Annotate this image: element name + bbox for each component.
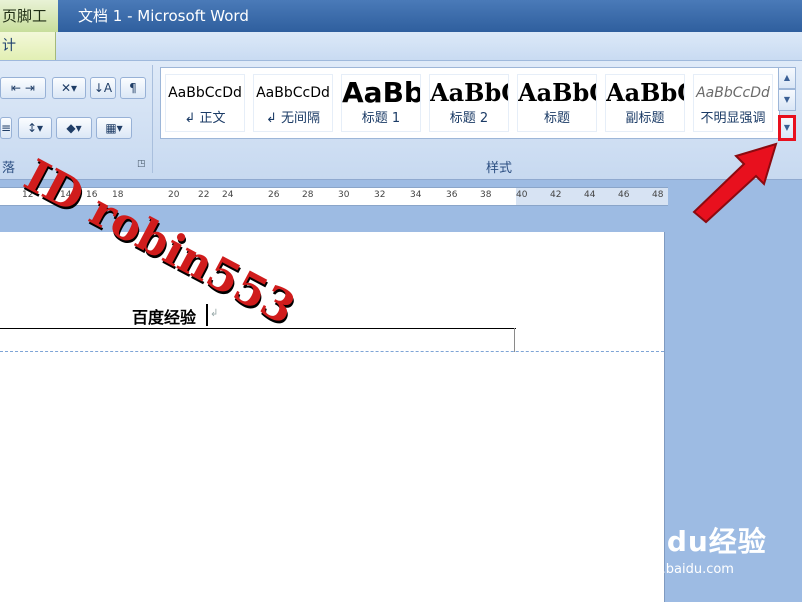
style-label: 标题	[543, 111, 570, 126]
ruler-tick: 44	[584, 190, 596, 200]
document-page[interactable]: 百度经验 ↲	[0, 232, 665, 602]
show-marks-button[interactable]: ¶	[120, 77, 146, 99]
baidu-logo-text: Baidu经验	[614, 525, 767, 558]
footer-tools-context-tab[interactable]: 页脚工具	[0, 0, 58, 57]
style-normal[interactable]: AaBbCcDd ↲ 正文	[165, 74, 245, 132]
ruler-tick: 42	[550, 190, 562, 200]
scroll-up-button[interactable]: ▲	[778, 67, 796, 89]
style-label: ↲ 正文	[184, 111, 226, 126]
ruler-tick: 30	[338, 190, 350, 200]
style-label: 不明显强调	[700, 111, 766, 126]
indent-button[interactable]: ⇤ ⇥	[0, 77, 46, 99]
style-heading-1[interactable]: AaBb 标题 1	[341, 74, 421, 132]
baidu-logo: Baidu经验 jingyan.baidu.com	[614, 520, 767, 577]
title-bar: 页脚工具 文档 1 - Microsoft Word	[0, 0, 802, 57]
style-preview: AaBbC	[430, 78, 508, 107]
style-preview: AaBbCcDd	[168, 85, 242, 101]
ruler-tick: 26	[268, 190, 280, 200]
line-spacing-button[interactable]: ↕▾	[18, 117, 52, 139]
ruler-tick: 34	[410, 190, 422, 200]
baidu-logo-url: jingyan.baidu.com	[614, 562, 734, 577]
red-arrow-icon	[692, 142, 778, 224]
paragraph-mark: ↲	[210, 308, 219, 319]
ruler-tick: 48	[652, 190, 664, 200]
style-title[interactable]: AaBbC 标题	[517, 74, 597, 132]
style-preview: AaBbC	[606, 78, 684, 107]
border-button[interactable]: ▦▾	[96, 117, 132, 139]
ruler-tick: 46	[618, 190, 630, 200]
ruler-tick: 32	[374, 190, 386, 200]
ruler-tick: 36	[446, 190, 458, 200]
paragraph-group-label: 落	[2, 161, 16, 176]
style-preview: AaBbC	[518, 78, 596, 107]
style-label: 标题 1	[361, 111, 401, 126]
justify-button[interactable]: ≡	[0, 117, 12, 139]
header-underline	[0, 328, 516, 329]
text-cursor	[206, 304, 208, 326]
chinese-layout-button[interactable]: ✕▾	[52, 77, 86, 99]
ruler-tick: 40	[516, 190, 528, 200]
tab-design[interactable]: 计	[0, 32, 56, 60]
ruler-tick: 28	[302, 190, 314, 200]
style-subtitle[interactable]: AaBbC 副标题	[605, 74, 685, 132]
ribbon-tab-row: 计	[0, 32, 802, 61]
style-no-spacing[interactable]: AaBbCcDd ↲ 无间隔	[253, 74, 333, 132]
style-label: ↲ 无间隔	[265, 111, 321, 126]
ribbon: ⇤ ⇥ ✕▾ ↓A ¶ ≡ ↕▾ ◆▾ ▦▾ 落 ◳ AaBbCcDd ↲ 正文…	[0, 61, 802, 180]
ruler-tick: 22	[198, 190, 210, 200]
dialog-launcher-icon[interactable]: ◳	[137, 159, 146, 169]
window-title: 文档 1 - Microsoft Word	[78, 7, 249, 25]
header-edge-marker	[514, 328, 515, 352]
sort-button[interactable]: ↓A	[90, 77, 116, 99]
style-preview: AaBbCcDd	[256, 85, 330, 101]
scroll-down-button[interactable]: ▼	[778, 89, 796, 111]
header-text[interactable]: 百度经验	[132, 304, 196, 328]
header-boundary	[0, 351, 664, 352]
styles-gallery: AaBbCcDd ↲ 正文 AaBbCcDd ↲ 无间隔 AaBb 标题 1 A…	[160, 67, 780, 139]
style-subtle-emphasis[interactable]: AaBbCcDd 不明显强调	[693, 74, 773, 132]
style-label: 副标题	[625, 111, 665, 126]
group-divider	[152, 65, 153, 173]
style-label: 标题 2	[449, 111, 489, 126]
ruler-tick: 20	[168, 190, 180, 200]
shading-button[interactable]: ◆▾	[56, 117, 92, 139]
style-preview: AaBb	[342, 76, 420, 109]
styles-group-label: 样式	[486, 161, 513, 176]
gallery-scroll: ▲ ▼ ▼	[778, 67, 798, 141]
ruler-tick: 38	[480, 190, 492, 200]
ruler-tick: 24	[222, 190, 234, 200]
style-preview: AaBbCcDd	[696, 85, 770, 101]
style-heading-2[interactable]: AaBbC 标题 2	[429, 74, 509, 132]
